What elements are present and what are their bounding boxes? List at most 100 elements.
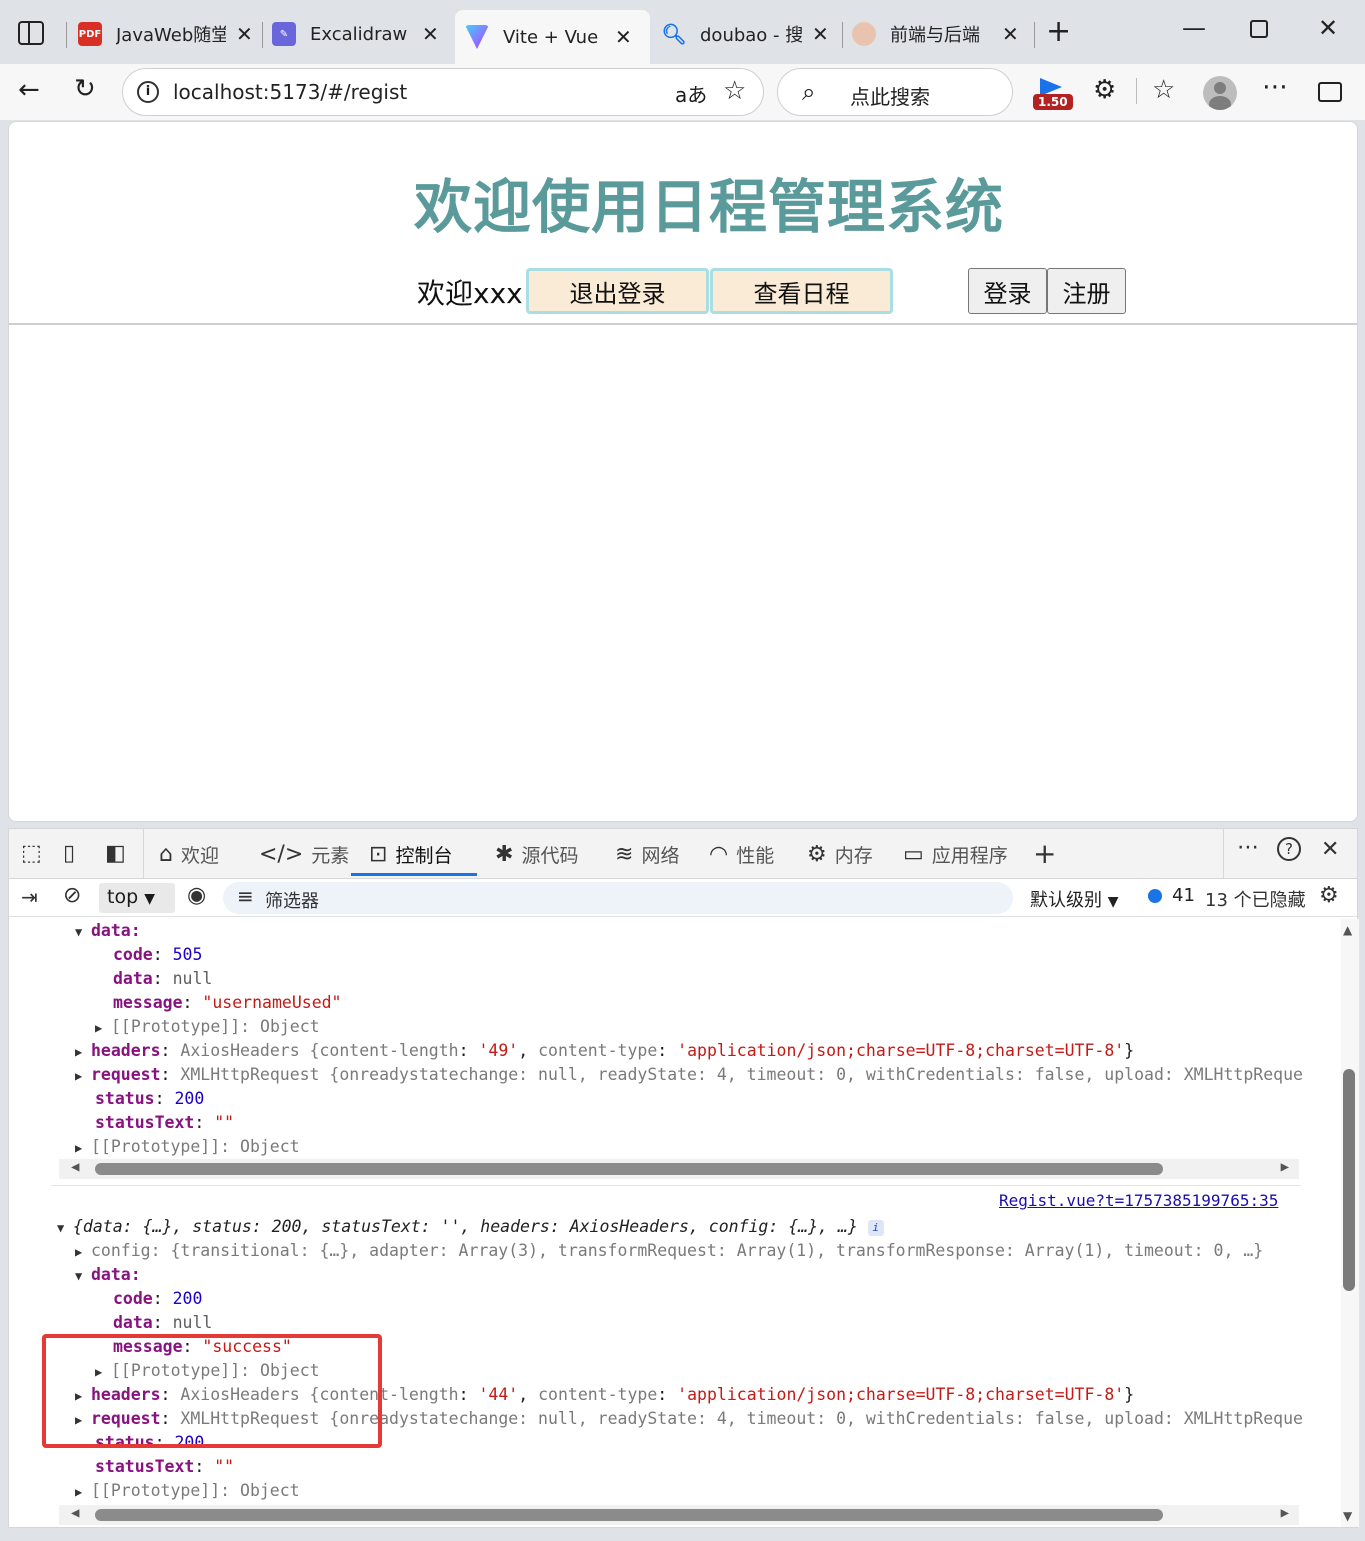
log-level-select[interactable]: 默认级别 ▼ xyxy=(1030,886,1119,912)
scroll-left-icon[interactable]: ◀ xyxy=(71,1159,79,1175)
search-box[interactable]: ⌕ 点此搜索 xyxy=(777,68,1013,116)
console-line[interactable]: ▶ [[Prototype]]: Object xyxy=(75,1135,300,1159)
expand-triangle-icon[interactable]: ▼ xyxy=(57,1216,73,1240)
console-line[interactable]: ▼ data: xyxy=(75,1263,141,1287)
site-info-icon[interactable]: i xyxy=(137,81,159,103)
devtools-tab-network[interactable]: ≋ 网络 xyxy=(615,841,679,868)
register-button[interactable]: 注册 xyxy=(1047,268,1126,314)
devtools-tab-memory[interactable]: ⚙︎ 内存 xyxy=(807,841,873,868)
add-tab-icon[interactable]: + xyxy=(1033,837,1056,870)
window-close-icon[interactable]: ✕ xyxy=(1318,14,1338,42)
source-link[interactable]: Regist.vue?t=1757385199765:35 xyxy=(999,1191,1278,1210)
close-icon[interactable]: ✕ xyxy=(812,22,829,46)
view-schedule-button[interactable]: 查看日程 xyxy=(710,268,893,314)
expand-triangle-icon[interactable]: ▶ xyxy=(75,1136,91,1160)
close-icon[interactable]: ✕ xyxy=(422,22,439,46)
expand-triangle-icon[interactable]: ▶ xyxy=(75,1480,91,1504)
scroll-thumb[interactable] xyxy=(1343,1069,1355,1291)
maximize-icon[interactable] xyxy=(1250,20,1268,38)
expand-triangle-icon[interactable]: ▶ xyxy=(75,1240,91,1264)
clear-console-icon[interactable]: ⊘ xyxy=(63,883,81,908)
scroll-right-icon[interactable]: ▶ xyxy=(1281,1159,1289,1175)
login-button[interactable]: 登录 xyxy=(968,268,1047,314)
divider xyxy=(9,323,1357,325)
devtools-tab-performance[interactable]: ◠ 性能 xyxy=(709,841,774,868)
info-icon[interactable]: i xyxy=(867,1219,884,1236)
scroll-thumb[interactable] xyxy=(95,1509,1163,1521)
devtools-tab-sources[interactable]: ✱ 源代码 xyxy=(495,841,578,868)
console-line[interactable]: ▶ [[Prototype]]: Object xyxy=(75,1479,300,1503)
devtools-tab-welcome[interactable]: ⌂ 欢迎 xyxy=(159,841,219,868)
context-select[interactable]: top ▼ xyxy=(99,883,175,913)
more-icon[interactable]: ⋯ xyxy=(1237,835,1259,860)
prop-value: 200 xyxy=(174,1089,205,1108)
horizontal-scrollbar[interactable]: ◀ ▶ xyxy=(59,1505,1299,1525)
address-bar[interactable]: i localhost:5173/#/regist aあ ☆ xyxy=(122,68,764,116)
search-placeholder[interactable]: 点此搜索 xyxy=(850,81,930,110)
filter-placeholder: 筛选器 xyxy=(265,891,319,912)
live-expression-eye-icon[interactable]: ◉ xyxy=(187,883,206,908)
devtools-tab-application[interactable]: ▭ 应用程序 xyxy=(903,841,1008,868)
horizontal-scrollbar[interactable]: ◀ ▶ xyxy=(59,1159,1299,1179)
console-line: code: 505 xyxy=(113,945,203,964)
help-icon[interactable]: ? xyxy=(1277,837,1301,861)
browser-tab-vite-vue[interactable]: Vite + Vue ✕ xyxy=(455,10,650,64)
console-line[interactable]: ▶ headers: AxiosHeaders {content-length: … xyxy=(75,1039,1134,1063)
code-icon: </> xyxy=(259,842,304,867)
vertical-scrollbar[interactable]: ▲ ▼ xyxy=(1341,919,1359,1527)
message-icon xyxy=(1148,888,1162,903)
console-line[interactable]: ▼ {data: {…}, status: 200, statusText: ''… xyxy=(57,1215,884,1239)
sidebar-toggle-icon[interactable] xyxy=(1318,82,1342,102)
message-count[interactable]: 41 xyxy=(1148,885,1195,906)
tab-actions-icon[interactable] xyxy=(18,21,44,45)
minimize-icon[interactable]: — xyxy=(1182,14,1206,42)
back-icon[interactable]: ← xyxy=(18,75,40,105)
extensions-puzzle-icon[interactable]: ⚙︎ xyxy=(1093,75,1116,105)
logout-button[interactable]: 退出登录 xyxy=(526,268,709,314)
expand-triangle-icon[interactable]: ▼ xyxy=(75,1264,91,1288)
scroll-down-icon[interactable]: ▼ xyxy=(1343,1509,1352,1523)
console-line[interactable]: ▶ config: {transitional: {…}, adapter: Ar… xyxy=(75,1239,1263,1263)
close-icon[interactable]: ✕ xyxy=(1002,22,1019,46)
devtools-tab-elements[interactable]: </> 元素 xyxy=(259,841,349,868)
expand-triangle-icon[interactable]: ▼ xyxy=(75,920,91,944)
sidebar-toggle-icon[interactable]: ⇥ xyxy=(21,885,38,909)
scroll-left-icon[interactable]: ◀ xyxy=(71,1505,79,1521)
console-line[interactable]: ▼ data: xyxy=(75,919,141,943)
scroll-right-icon[interactable]: ▶ xyxy=(1281,1505,1289,1521)
dock-icon[interactable]: ◧ xyxy=(105,841,126,866)
favorite-star-icon[interactable]: ☆ xyxy=(723,76,746,106)
inspect-icon[interactable]: ⬚ xyxy=(21,841,42,866)
expand-triangle-icon[interactable]: ▶ xyxy=(95,1016,111,1040)
console-line[interactable]: ▶ request: XMLHttpRequest {onreadystatech… xyxy=(75,1063,1303,1087)
expand-triangle-icon[interactable]: ▶ xyxy=(75,1064,91,1088)
tab-label: 源代码 xyxy=(521,845,579,867)
favorites-icon[interactable]: ☆ xyxy=(1152,75,1175,105)
devtools-tab-console[interactable]: ⊡ 控制台 xyxy=(369,841,452,868)
prop-value: 'application/json;charse=UTF-8;charset=U… xyxy=(677,1385,1125,1404)
scroll-thumb[interactable] xyxy=(95,1163,1163,1175)
url-text[interactable]: localhost:5173/#/regist xyxy=(173,80,407,104)
browser-tab-frontend-backend[interactable]: 前端与后端 ✕ xyxy=(852,10,1019,58)
read-aloud-icon[interactable]: aあ xyxy=(675,79,707,108)
page-title: 欢迎使用日程管理系统 xyxy=(413,173,1004,241)
close-devtools-icon[interactable]: ✕ xyxy=(1321,837,1339,862)
profile-avatar[interactable] xyxy=(1203,76,1237,110)
browser-tab-excalidraw[interactable]: ✎ Excalidraw W ✕ xyxy=(272,10,439,58)
scroll-up-icon[interactable]: ▲ xyxy=(1343,923,1352,937)
chip-icon: ⚙︎ xyxy=(807,842,827,867)
settings-gear-icon[interactable]: ⚙︎ xyxy=(1319,883,1339,908)
expand-triangle-icon[interactable]: ▶ xyxy=(75,1040,91,1064)
close-icon[interactable]: ✕ xyxy=(615,25,632,49)
console-line[interactable]: ▶ [[Prototype]]: Object xyxy=(95,1015,320,1039)
browser-tab-javaweb[interactable]: PDF JavaWeb随堂 ✕ xyxy=(78,10,253,58)
tab-separator xyxy=(842,22,843,48)
close-icon[interactable]: ✕ xyxy=(236,22,253,46)
browser-tab-doubao[interactable]: 🔍︎ doubao - 搜 ✕ xyxy=(661,10,829,58)
new-tab-icon[interactable]: + xyxy=(1046,14,1071,49)
refresh-icon[interactable]: ↻ xyxy=(74,74,96,104)
more-icon[interactable]: ⋯ xyxy=(1262,72,1288,102)
device-emulation-icon[interactable]: ▯ xyxy=(63,841,75,866)
filter-input[interactable]: ≡ 筛选器 xyxy=(223,882,1013,914)
object-summary: {data: {…}, status: 200, statusText: '',… xyxy=(73,1217,858,1236)
